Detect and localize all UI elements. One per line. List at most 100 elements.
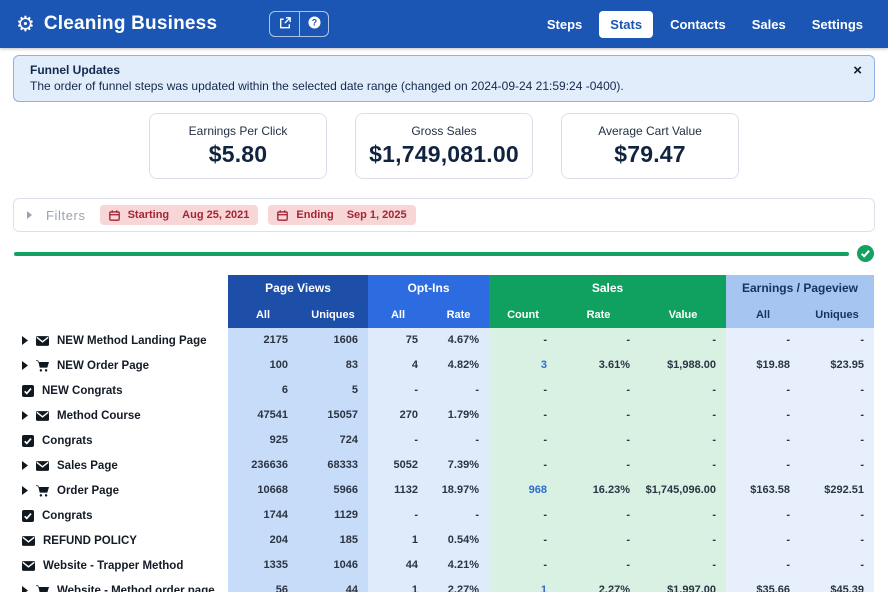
- step-label: Congrats: [42, 509, 93, 522]
- cell-earnings-all: -: [726, 453, 800, 478]
- cell-sales-rate: -: [557, 428, 640, 453]
- help-button[interactable]: ?: [299, 12, 328, 36]
- filters-bar[interactable]: Filters Starting Aug 25, 2021 Ending Sep 1,…: [13, 198, 875, 232]
- nav-item-settings[interactable]: Settings: [803, 11, 872, 38]
- funnel-step-name[interactable]: Method Course: [0, 403, 228, 428]
- cell-optins-all: 75: [368, 328, 428, 353]
- load-progress: [14, 245, 874, 262]
- funnel-step-name[interactable]: Order Page: [0, 478, 228, 503]
- date-filter-badge-ending[interactable]: Ending Sep 1, 2025: [268, 205, 416, 225]
- kpi-label: Earnings Per Click: [188, 124, 288, 138]
- cell-earnings-all: -: [726, 503, 800, 528]
- funnel-step-name[interactable]: Website - Trapper Method: [0, 553, 228, 578]
- cell-optins-rate: 4.67%: [428, 328, 489, 353]
- filters-expand-caret-icon[interactable]: [27, 211, 32, 219]
- column-header-rate: Rate: [557, 301, 640, 328]
- badge-label: Starting: [127, 209, 170, 221]
- gear-icon: ⚙: [16, 11, 35, 36]
- app-title: Cleaning Business: [43, 13, 218, 34]
- caret-icon[interactable]: [22, 586, 28, 592]
- cell-pageviews-all: 47541: [228, 403, 298, 428]
- check-circle-icon: [857, 245, 874, 262]
- cell-optins-all: -: [368, 378, 428, 403]
- cell-pageviews-all: 204: [228, 528, 298, 553]
- cell-optins-all: -: [368, 428, 428, 453]
- funnel-step-name[interactable]: Congrats: [0, 428, 228, 453]
- header-spacer: [0, 275, 228, 301]
- cell-sales-value: $1,988.00: [640, 353, 726, 378]
- cell-sales-value: -: [640, 328, 726, 353]
- caret-icon[interactable]: [22, 411, 28, 420]
- cell-sales-rate: 3.61%: [557, 353, 640, 378]
- step-label: REFUND POLICY: [43, 534, 137, 547]
- cell-sales-rate: 16.23%: [557, 478, 640, 503]
- caret-icon[interactable]: [22, 461, 28, 470]
- nav-item-stats[interactable]: Stats: [599, 10, 654, 38]
- funnel-step-name[interactable]: REFUND POLICY: [0, 528, 228, 553]
- cell-pageviews-uniques: 15057: [298, 403, 368, 428]
- kpi-value: $1,749,081.00: [369, 141, 519, 167]
- funnel-step-name[interactable]: Congrats: [0, 503, 228, 528]
- alert-title: Funnel Updates: [30, 63, 121, 77]
- cell-sales-count: -: [489, 528, 557, 553]
- header-button-group: ?: [269, 11, 330, 37]
- cell-pageviews-all: 10668: [228, 478, 298, 503]
- cell-optins-all: -: [368, 503, 428, 528]
- progress-bar: [14, 251, 849, 256]
- column-group-sales: Sales: [489, 275, 726, 301]
- nav-item-sales[interactable]: Sales: [743, 11, 795, 38]
- column-header-uniques: Uniques: [800, 301, 874, 328]
- checkbox-icon: [22, 509, 34, 522]
- cell-sales-count[interactable]: 1: [489, 578, 557, 592]
- cell-sales-count[interactable]: 3: [489, 353, 557, 378]
- nav-item-contacts[interactable]: Contacts: [661, 11, 735, 38]
- funnel-step-name[interactable]: NEW Order Page: [0, 353, 228, 378]
- caret-icon[interactable]: [22, 486, 28, 495]
- cell-sales-value: -: [640, 378, 726, 403]
- cart-icon: [36, 359, 49, 372]
- cell-pageviews-uniques: 68333: [298, 453, 368, 478]
- top-navbar: ⚙ Cleaning Business ? Steps Stats Contac…: [0, 0, 888, 48]
- step-label: Method Course: [57, 409, 141, 422]
- cell-optins-all: 270: [368, 403, 428, 428]
- step-label: NEW Order Page: [57, 359, 150, 372]
- cell-earnings-uniques: $45.39: [800, 578, 874, 592]
- column-group-opt-ins: Opt-Ins: [368, 275, 489, 301]
- cell-sales-rate: -: [557, 378, 640, 403]
- cell-sales-value: -: [640, 403, 726, 428]
- cell-pageviews-uniques: 185: [298, 528, 368, 553]
- cell-pageviews-all: 56: [228, 578, 298, 592]
- nav-item-steps[interactable]: Steps: [538, 11, 591, 38]
- caret-icon[interactable]: [22, 336, 28, 345]
- close-icon[interactable]: ×: [853, 63, 862, 78]
- badge-value: Sep 1, 2025: [346, 209, 407, 221]
- open-external-button[interactable]: [270, 12, 299, 36]
- cell-sales-value: $1,997.00: [640, 578, 726, 592]
- cell-optins-all: 5052: [368, 453, 428, 478]
- cell-pageviews-uniques: 1606: [298, 328, 368, 353]
- cell-earnings-all: -: [726, 553, 800, 578]
- svg-text:?: ?: [312, 17, 317, 27]
- funnel-step-name[interactable]: NEW Method Landing Page: [0, 328, 228, 353]
- calendar-icon: [277, 209, 289, 221]
- cell-sales-rate: -: [557, 503, 640, 528]
- cell-earnings-uniques: -: [800, 328, 874, 353]
- funnel-step-name[interactable]: Website - Method order page: [0, 578, 228, 592]
- cell-optins-rate: -: [428, 503, 489, 528]
- cell-optins-rate: -: [428, 428, 489, 453]
- cell-earnings-all: $19.88: [726, 353, 800, 378]
- funnel-step-name[interactable]: NEW Congrats: [0, 378, 228, 403]
- cell-pageviews-uniques: 1046: [298, 553, 368, 578]
- step-label: Congrats: [42, 434, 93, 447]
- cell-sales-count: -: [489, 403, 557, 428]
- cell-pageviews-all: 1744: [228, 503, 298, 528]
- date-filter-badge-starting[interactable]: Starting Aug 25, 2021: [99, 205, 259, 225]
- cell-pageviews-all: 925: [228, 428, 298, 453]
- cell-sales-count: -: [489, 428, 557, 453]
- funnel-step-name[interactable]: Sales Page: [0, 453, 228, 478]
- badge-value: Aug 25, 2021: [182, 209, 250, 221]
- column-group-page-views: Page Views: [228, 275, 368, 301]
- caret-icon[interactable]: [22, 361, 28, 370]
- cell-sales-rate: -: [557, 553, 640, 578]
- cell-sales-count[interactable]: 968: [489, 478, 557, 503]
